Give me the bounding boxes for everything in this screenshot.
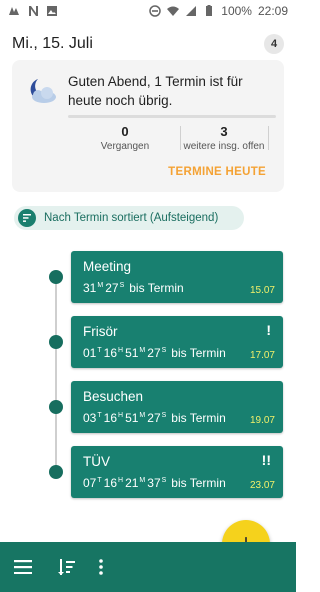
countdown-unit: S (161, 477, 167, 485)
timeline-dot (49, 400, 63, 414)
moon-cloud-icon (30, 79, 56, 103)
app-n-icon (29, 6, 38, 16)
notification-icon (9, 7, 19, 15)
countdown-unit: M (139, 347, 146, 355)
countdown-value: 27 (147, 346, 161, 360)
battery-level: 100% (221, 4, 252, 18)
countdown-unit: S (161, 347, 167, 355)
event-countdown: 03T 16H 51M 27S bis Termin (83, 411, 226, 425)
block-icon (149, 5, 162, 17)
priority-flag: ! (266, 322, 271, 338)
stat-divider-end (268, 126, 269, 150)
open-count: 3 (220, 124, 228, 139)
countdown-unit: M (139, 477, 146, 485)
image-icon (47, 6, 57, 16)
sort-icon[interactable] (56, 556, 78, 578)
open-label: weitere insg. offen (183, 141, 265, 152)
clock: 22:09 (257, 4, 288, 18)
priority-flag: !! (261, 452, 271, 468)
event-date: 19.07 (249, 415, 275, 426)
card-divider (68, 115, 276, 118)
event-title: Besuchen (83, 389, 144, 404)
countdown-value: 16 (103, 411, 117, 425)
date-header: Mi., 15. Juli 4 (12, 34, 284, 54)
greeting-text: Guten Abend, 1 Termin ist für heute noch… (68, 74, 243, 108)
countdown-value: 51 (125, 411, 139, 425)
timeline-line (55, 276, 57, 468)
countdown-suffix: bis Termin (171, 476, 226, 490)
countdown-value: 31 (83, 281, 97, 295)
event-title: Meeting (83, 259, 132, 274)
countdown-value: 21 (125, 476, 139, 490)
event-card[interactable]: Besuchen 03T 16H 51M 27S bis Termin 19.07 (71, 381, 283, 433)
sort-label: Nach Termin sortiert (Aufsteigend) (44, 212, 219, 224)
termine-heute-button[interactable]: TERMINE HEUTE (168, 166, 266, 178)
menu-icon[interactable] (12, 556, 34, 578)
countdown-value: 16 (103, 346, 117, 360)
countdown-value: 27 (105, 281, 119, 295)
countdown-value: 03 (83, 411, 97, 425)
sort-icon (18, 209, 36, 227)
timeline-dot (49, 270, 63, 284)
event-card[interactable]: Meeting 31M 27S bis Termin 15.07 (71, 251, 283, 303)
past-count: 0 (121, 124, 129, 139)
countdown-unit: T (97, 347, 102, 355)
timeline-dot (49, 465, 63, 479)
event-card[interactable]: Frisör! 01T 16H 51M 27S bis Termin 17.07 (71, 316, 283, 368)
countdown-value: 07 (83, 476, 97, 490)
countdown-unit: S (119, 282, 125, 290)
countdown-value: 51 (125, 346, 139, 360)
event-title: TÜV (83, 454, 110, 469)
timeline-dot (49, 335, 63, 349)
countdown-unit: M (139, 412, 146, 420)
event-date: 23.07 (249, 480, 275, 491)
bottom-app-bar (0, 542, 296, 592)
past-label: Vergangen (100, 141, 150, 152)
sort-chip[interactable]: Nach Termin sortiert (Aufsteigend) (14, 206, 244, 230)
countdown-value: 16 (103, 476, 117, 490)
countdown-unit: T (97, 412, 102, 420)
status-bar: 100% 22:09 (0, 0, 296, 22)
countdown-unit: M (97, 282, 104, 290)
signal-icon (167, 6, 180, 16)
summary-card: Guten Abend, 1 Termin ist für heute noch… (12, 60, 284, 192)
event-date: 17.07 (249, 350, 275, 361)
countdown-unit: H (118, 477, 124, 485)
countdown-suffix: bis Termin (129, 281, 184, 295)
countdown-unit: H (118, 347, 124, 355)
countdown-value: 27 (147, 411, 161, 425)
event-countdown: 01T 16H 51M 27S bis Termin (83, 346, 226, 360)
event-card[interactable]: TÜV!! 07T 16H 21M 37S bis Termin 23.07 (71, 446, 283, 498)
event-countdown: 07T 16H 21M 37S bis Termin (83, 476, 226, 490)
wifi-icon (186, 6, 197, 16)
event-date: 15.07 (249, 285, 275, 296)
countdown-unit: T (97, 477, 102, 485)
countdown-unit: S (161, 412, 167, 420)
appointment-count-badge: 4 (264, 34, 284, 54)
countdown-value: 37 (147, 476, 161, 490)
past-stat: 0 Vergangen (90, 124, 160, 152)
current-date: Mi., 15. Juli (12, 35, 93, 52)
countdown-unit: H (118, 412, 124, 420)
countdown-suffix: bis Termin (171, 411, 226, 425)
more-vert-icon[interactable] (90, 556, 112, 578)
event-countdown: 31M 27S bis Termin (83, 281, 184, 295)
countdown-value: 01 (83, 346, 97, 360)
event-title: Frisör (83, 324, 118, 339)
countdown-suffix: bis Termin (171, 346, 226, 360)
battery-icon (206, 5, 213, 16)
open-stat: 3 weitere insg. offen (180, 124, 268, 152)
